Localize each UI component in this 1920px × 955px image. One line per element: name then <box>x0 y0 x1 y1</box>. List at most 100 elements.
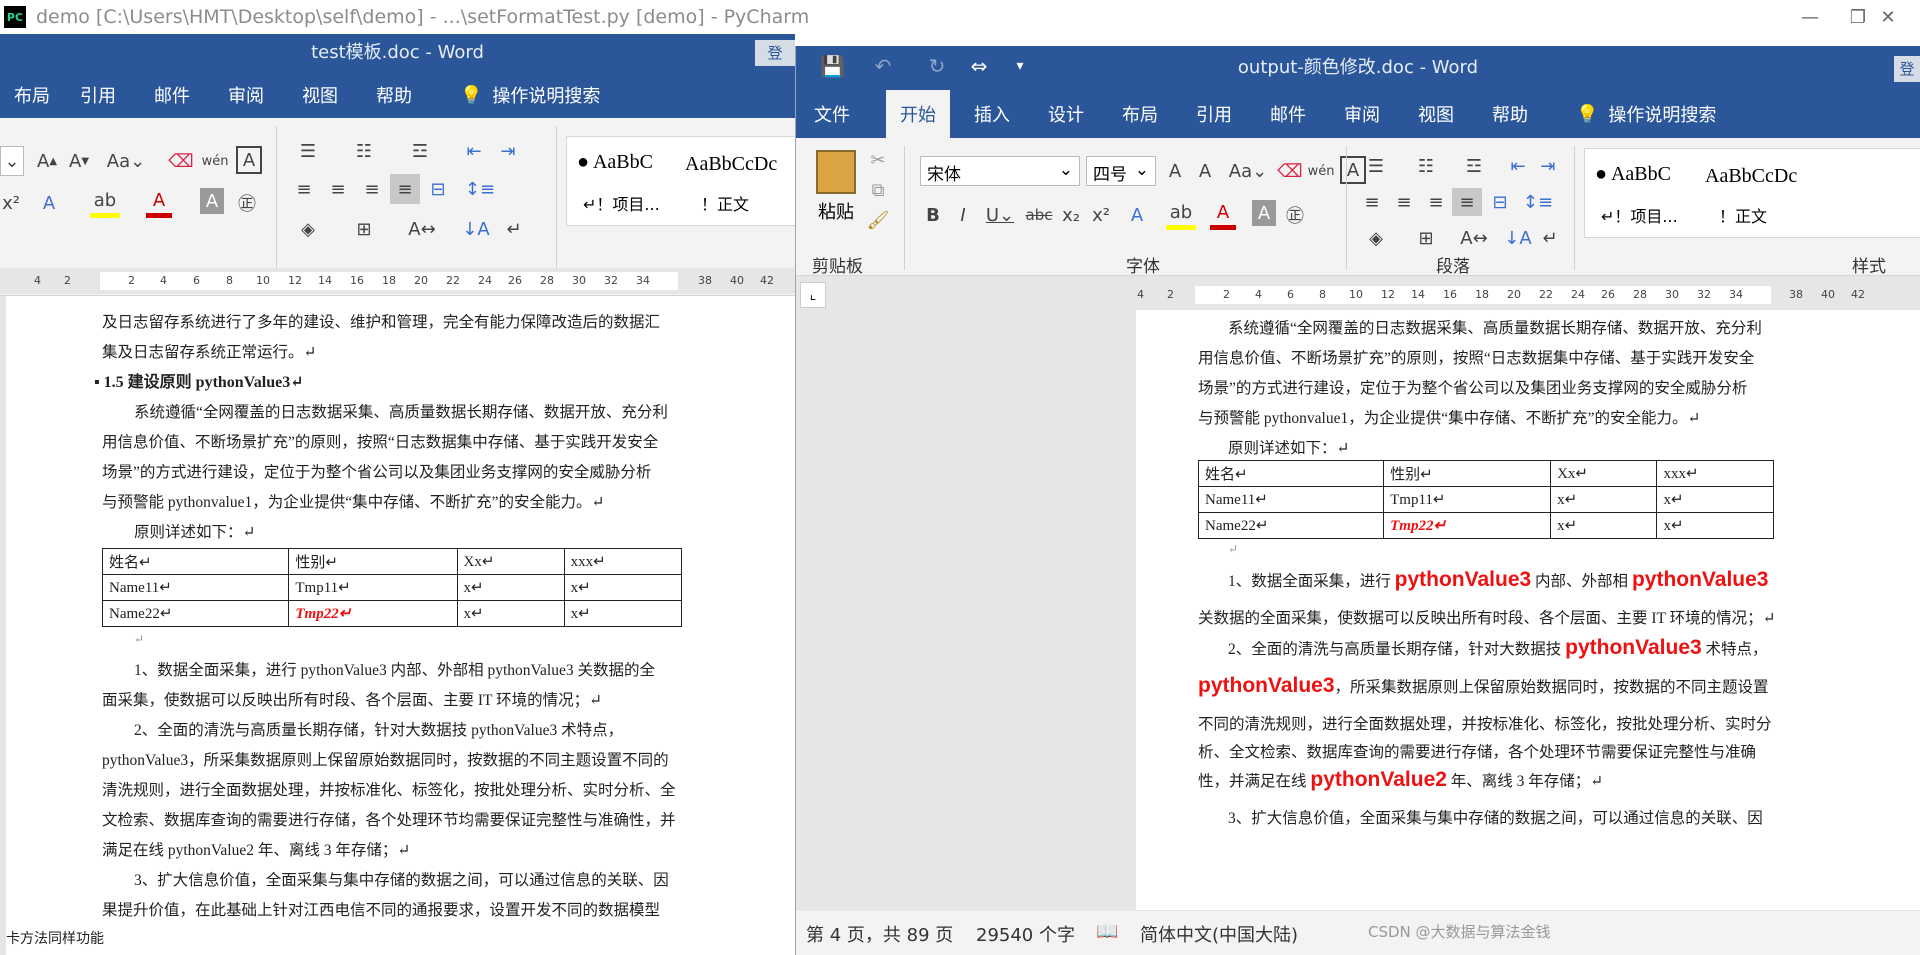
tab-home[interactable]: 开始 <box>886 90 950 138</box>
underline-icon[interactable]: U⌄ <box>980 200 1020 230</box>
distributed-icon[interactable]: ⊟ <box>1486 188 1514 216</box>
line-spacing-icon[interactable]: ↕≡ <box>1518 188 1558 216</box>
enclose-characters-icon[interactable]: ㊣ <box>1282 200 1308 230</box>
tab-references[interactable]: 引用 <box>66 72 130 118</box>
decrease-indent-icon[interactable]: ⇤ <box>460 136 488 166</box>
highlight-color-icon[interactable]: ab <box>1166 200 1196 230</box>
page-count-status[interactable]: 第 4 页，共 89 页 <box>806 921 953 947</box>
tab-help[interactable]: 帮助 <box>1478 90 1542 138</box>
style-item-list[interactable]: ● AaBbC <box>577 151 653 174</box>
change-case-icon[interactable]: Aa⌄ <box>106 146 146 176</box>
right-login-button[interactable]: 登 <box>1894 56 1920 82</box>
superscript-icon[interactable]: x² <box>1088 200 1114 230</box>
save-icon[interactable]: 💾 <box>820 54 845 78</box>
left-horizontal-ruler[interactable]: 4 2 2 4 6 8 10 12 14 16 18 20 22 24 26 2… <box>0 268 795 294</box>
align-center-icon[interactable]: ≡ <box>324 174 352 204</box>
phonetic-guide-icon[interactable]: wén <box>1306 156 1336 186</box>
bullets-icon[interactable]: ☰ <box>1358 152 1394 180</box>
bullets-icon[interactable]: ☰ <box>290 136 326 166</box>
chinese-layout-icon[interactable]: A↔ <box>1456 224 1492 252</box>
right-tell-me-search[interactable]: 💡 操作说明搜索 <box>1562 90 1730 138</box>
tab-help[interactable]: 帮助 <box>362 72 426 118</box>
character-border-icon[interactable]: A <box>236 146 262 174</box>
paste-icon[interactable] <box>816 150 856 194</box>
tab-design[interactable]: 设计 <box>1034 90 1098 138</box>
align-right-icon[interactable]: ≡ <box>358 174 386 204</box>
align-center-icon[interactable]: ≡ <box>1390 188 1418 216</box>
enclose-characters-icon[interactable]: ㊣ <box>234 188 260 218</box>
right-horizontal-ruler[interactable]: 4 2 2 4 6 8 10 12 14 16 18 20 22 24 26 2… <box>1131 282 1920 308</box>
paste-button[interactable]: 粘贴 <box>818 198 854 224</box>
text-effects-icon[interactable]: A <box>36 188 62 218</box>
text-effects-icon[interactable]: A <box>1124 200 1150 230</box>
doc-table[interactable]: 姓名↵ 性别↵ Xx↵ xxx↵ Name11↵ Tmp11↵ x↵ x↵ Na… <box>101 548 683 627</box>
tab-layout[interactable]: 布局 <box>0 72 64 118</box>
doc-table[interactable]: 姓名↵ 性别↵ Xx↵ xxx↵ Name11↵ Tmp11↵ x↵ x↵ Na… <box>1197 460 1774 539</box>
style-item-list[interactable]: ● AaBbC <box>1595 163 1671 186</box>
tab-insert[interactable]: 插入 <box>960 90 1024 138</box>
align-left-icon[interactable]: ≡ <box>290 174 318 204</box>
align-right-icon[interactable]: ≡ <box>1422 188 1450 216</box>
tab-layout[interactable]: 布局 <box>1108 90 1172 138</box>
copy-icon[interactable]: ⧉ <box>866 178 890 202</box>
styles-gallery[interactable]: ● AaBbC ↵！项目... AaBbCcDc ！正文 <box>1584 148 1920 238</box>
shrink-font-icon[interactable]: A ▼ <box>66 146 92 176</box>
chinese-layout-icon[interactable]: A↔ <box>404 214 440 244</box>
format-painter-icon[interactable]: 🖌 <box>866 208 890 232</box>
increase-indent-icon[interactable]: ⇥ <box>1534 152 1562 180</box>
multilevel-list-icon[interactable]: ☲ <box>402 136 438 166</box>
proofing-icon[interactable]: 📖 <box>1096 921 1118 942</box>
word-count-status[interactable]: 29540 个字 <box>976 921 1075 947</box>
numbering-icon[interactable]: ☷ <box>346 136 382 166</box>
font-size-dropdown[interactable]: 四号 ⌄ <box>1086 156 1156 186</box>
borders-icon[interactable]: ⊞ <box>346 214 382 244</box>
show-marks-icon[interactable]: ↵ <box>1536 224 1564 252</box>
right-document-page[interactable]: 系统遵循“全网覆盖的日志数据采集、高质量数据长期存储、数据开放、充分利 用信息价… <box>1136 310 1920 910</box>
align-left-icon[interactable]: ≡ <box>1358 188 1386 216</box>
borders-icon[interactable]: ⊞ <box>1408 224 1444 252</box>
bold-icon[interactable]: B <box>920 200 946 230</box>
multilevel-list-icon[interactable]: ☲ <box>1456 152 1492 180</box>
left-login-button[interactable]: 登 <box>755 40 795 66</box>
justify-icon[interactable]: ≡ <box>390 174 420 204</box>
grow-font-icon[interactable]: A <box>1162 156 1188 186</box>
sort-icon[interactable]: ↓A <box>1504 224 1532 252</box>
close-button[interactable]: ✕ <box>1858 0 1918 34</box>
customize-qat-icon[interactable]: ▾ <box>1010 54 1030 78</box>
grow-font-icon[interactable]: A ▲ <box>34 146 60 176</box>
style-item-normal[interactable]: AaBbCcDc <box>1705 165 1797 188</box>
shading-icon[interactable]: ◈ <box>1358 224 1394 252</box>
tab-mailings[interactable]: 邮件 <box>140 72 204 118</box>
distributed-icon[interactable]: ⊟ <box>424 174 452 204</box>
font-color-icon[interactable]: A <box>146 188 172 218</box>
language-status[interactable]: 简体中文(中国大陆) <box>1140 921 1298 947</box>
numbering-icon[interactable]: ☷ <box>1408 152 1444 180</box>
phonetic-guide-icon[interactable]: wén <box>200 146 230 176</box>
increase-indent-icon[interactable]: ⇥ <box>494 136 522 166</box>
tab-review[interactable]: 审阅 <box>1330 90 1394 138</box>
shrink-font-icon[interactable]: A <box>1192 156 1218 186</box>
tab-view[interactable]: 视图 <box>1404 90 1468 138</box>
decrease-indent-icon[interactable]: ⇤ <box>1504 152 1532 180</box>
tab-file[interactable]: 文件 <box>800 90 864 138</box>
line-spacing-icon[interactable]: ↕≡ <box>460 174 500 204</box>
justify-icon[interactable]: ≡ <box>1452 188 1482 216</box>
tab-stop-selector[interactable]: ⌞ <box>800 282 826 308</box>
highlight-color-icon[interactable]: ab <box>90 188 120 218</box>
clear-formatting-icon[interactable]: ⌫ <box>168 146 194 176</box>
change-case-icon[interactable]: Aa⌄ <box>1228 156 1268 186</box>
cut-icon[interactable]: ✂ <box>866 148 890 172</box>
superscript-icon[interactable]: x² <box>0 188 22 218</box>
character-shading-icon[interactable]: A <box>1252 200 1276 226</box>
shading-icon[interactable]: ◈ <box>290 214 326 244</box>
left-document-page[interactable]: 及日志留存系统进行了多年的建设、维护和管理，完全有能力保障改造后的数据汇 集及日… <box>6 296 795 955</box>
redo-icon[interactable]: ↻ <box>922 54 952 78</box>
strikethrough-icon[interactable]: abc <box>1024 200 1054 230</box>
undo-icon[interactable]: ↶ <box>868 54 898 78</box>
italic-icon[interactable]: I <box>950 200 976 230</box>
touch-mode-icon[interactable]: ⇔ <box>964 54 994 78</box>
character-shading-icon[interactable]: A <box>200 188 224 214</box>
tab-mailings[interactable]: 邮件 <box>1256 90 1320 138</box>
clear-formatting-icon[interactable]: ⌫ <box>1277 156 1302 186</box>
sort-icon[interactable]: ↓A <box>462 214 490 244</box>
